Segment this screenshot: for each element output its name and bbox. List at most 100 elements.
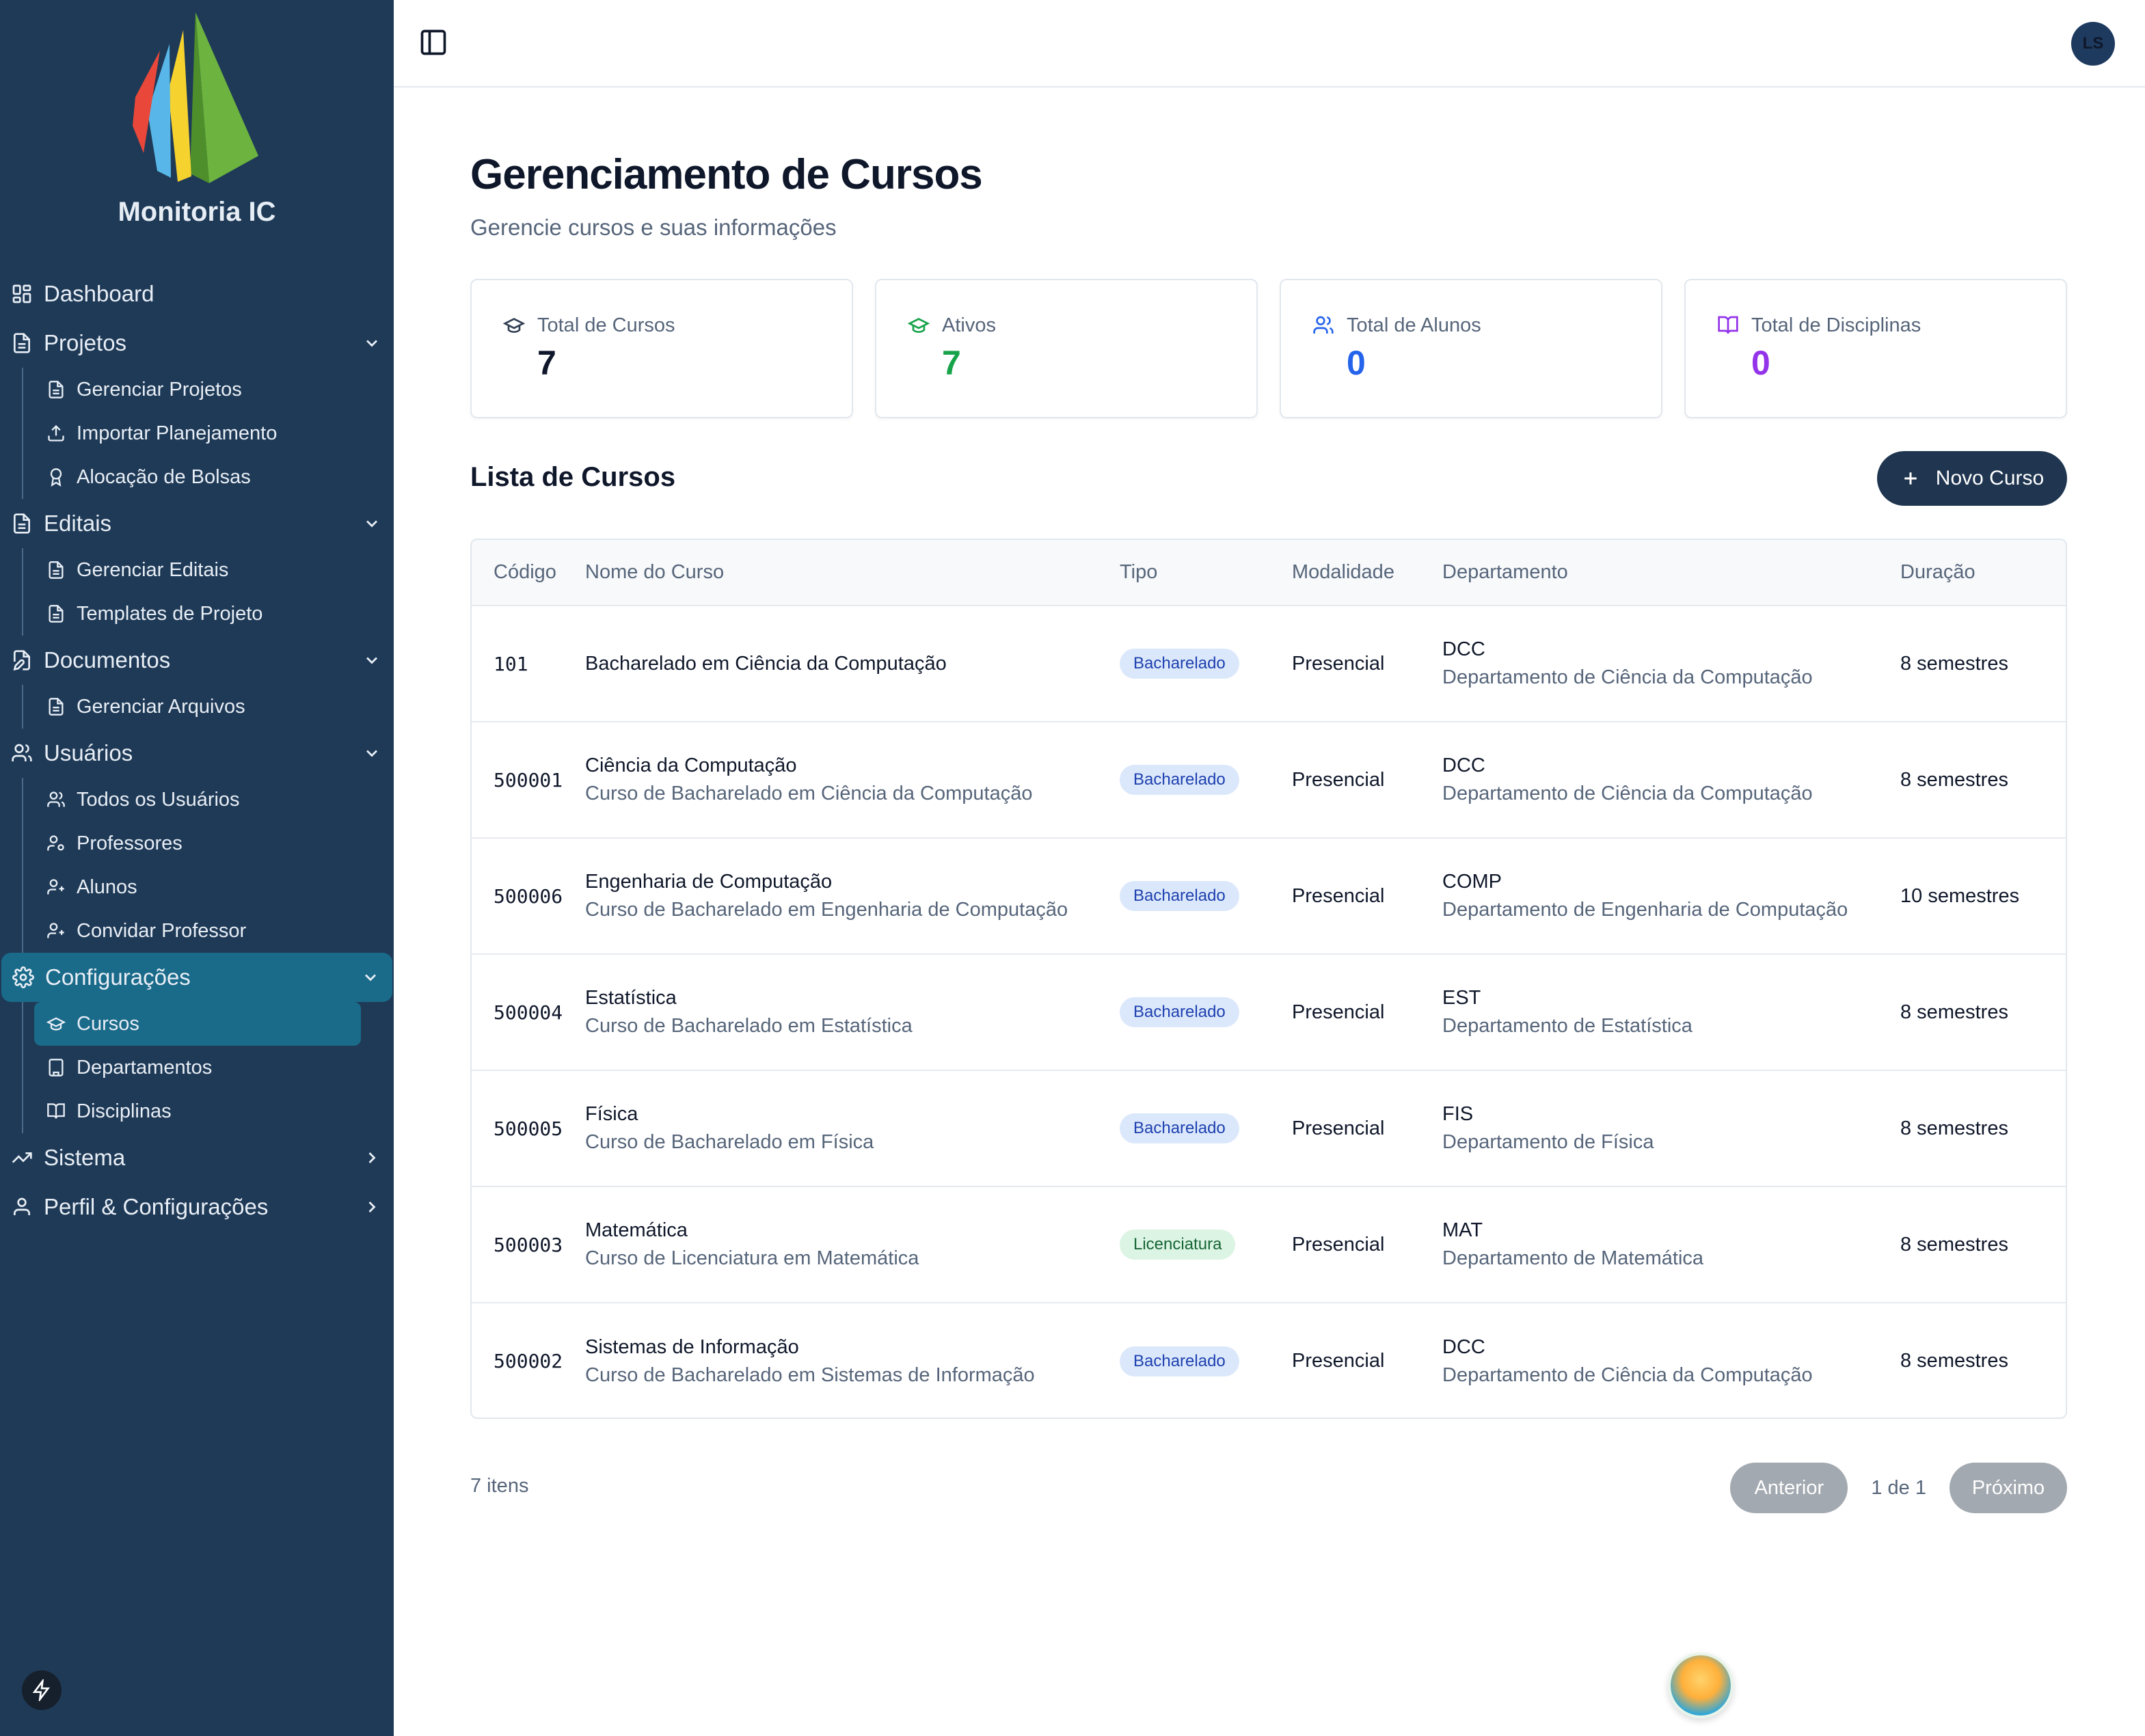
department-name: Departamento de Ciência da Computação [1442,783,1813,804]
sidebar-item-todos-usuarios[interactable]: Todos os Usuários [34,778,361,822]
usuarios-submenu: Todos os Usuários Professores Alunos Con… [22,778,394,953]
sidebar-item-templates-projeto[interactable]: Templates de Projeto [34,592,361,636]
table-row[interactable]: 500005 Física Curso de Bacharelado em Físi… [472,1070,2066,1186]
stat-value: 0 [1751,344,1770,382]
file-icon [11,513,33,534]
course-code: 101 [494,652,528,675]
table-row[interactable]: 500006 Engenharia de Computação Curso de B… [472,838,2066,954]
column-header-tipo[interactable]: Tipo [1120,540,1292,606]
file-icon [46,560,66,580]
sidebar-item-label: Disciplinas [77,1100,172,1122]
department-name: Departamento de Física [1442,1131,1654,1153]
nav-usuarios[interactable]: Usuários [0,729,394,778]
course-type-badge: Licenciatura [1120,1230,1236,1260]
nav-label: Projetos [44,330,127,355]
nav-perfil[interactable]: Perfil & Configurações [0,1182,394,1232]
avatar[interactable]: LS [2071,22,2115,66]
course-department-cell: DCC Departamento de Ciência da Computação [1442,1303,1900,1418]
next-page-button[interactable]: Próximo [1950,1463,2067,1513]
sidebar-item-label: Professores [77,832,183,854]
chevron-down-icon [366,657,377,664]
book-open-icon [46,1102,66,1121]
course-type-badge: Bacharelado [1120,1346,1239,1376]
user-plus-icon [46,921,66,940]
nav-dashboard[interactable]: Dashboard [0,269,394,318]
course-name: Estatística [585,987,677,1009]
sidebar-item-alunos[interactable]: Alunos [34,865,361,909]
course-description: Curso de Bacharelado em Estatística [585,1015,913,1037]
sidebar-item-gerenciar-arquivos[interactable]: Gerenciar Arquivos [34,685,361,729]
nav-editais[interactable]: Editais [0,499,394,548]
stats-cards: Total de Cursos 7 Ativos 7 Total de Alun… [470,279,2067,418]
new-course-button[interactable]: Novo Curso [1877,451,2067,506]
previous-page-button[interactable]: Anterior [1730,1463,1848,1513]
book-open-icon [1718,316,1738,334]
course-code: 500002 [494,1350,563,1372]
department-code: MAT [1442,1219,1483,1241]
course-code: 500001 [494,768,563,791]
sidebar-item-label: Importar Planejamento [77,422,278,444]
course-description: Curso de Bacharelado em Física [585,1131,874,1153]
course-modality: Presencial [1292,652,1385,675]
stat-card-total-disciplinas: Total de Disciplinas 0 [1684,279,2067,418]
table-row[interactable]: 500001 Ciência da Computação Curso de Bach… [472,722,2066,838]
sidebar-item-label: Gerenciar Editais [77,558,229,581]
sidebar-item-gerenciar-editais[interactable]: Gerenciar Editais [34,548,361,592]
course-name-cell: Estatística Curso de Bacharelado em Estat… [585,954,1120,1070]
nav-documentos[interactable]: Documentos [0,636,394,685]
nav-sistema[interactable]: Sistema [0,1133,394,1182]
file-icon [46,380,66,399]
course-modality: Presencial [1292,1233,1385,1256]
sidebar-item-cursos[interactable]: Cursos [34,1002,361,1046]
column-header-departamento[interactable]: Departamento [1442,540,1900,606]
sidebar-item-gerenciar-projetos[interactable]: Gerenciar Projetos [34,368,361,411]
sidebar-item-convidar-professor[interactable]: Convidar Professor [34,909,361,953]
floating-island-icon[interactable] [1668,1653,1733,1718]
course-name: Matemática [585,1219,688,1241]
sidebar-item-label: Gerenciar Projetos [77,378,242,401]
course-modality: Presencial [1292,1117,1385,1139]
editais-submenu: Gerenciar Editais Templates de Projeto [22,548,394,636]
nav-projetos[interactable]: Projetos [0,318,394,368]
course-description: Curso de Bacharelado em Sistemas de Info… [585,1364,1035,1386]
nav-configuracoes[interactable]: Configurações [1,953,392,1002]
table-row[interactable]: 500004 Estatística Curso de Bacharelado em… [472,954,2066,1070]
course-type-badge: Bacharelado [1120,765,1239,795]
column-header-duracao[interactable]: Duração [1900,540,2066,606]
column-header-codigo[interactable]: Código [472,540,585,606]
sidebar-item-disciplinas[interactable]: Disciplinas [34,1089,361,1133]
sidebar-item-label: Convidar Professor [77,919,247,942]
chevron-down-icon [366,520,377,528]
bolt-icon[interactable] [22,1670,62,1710]
course-modality: Presencial [1292,768,1385,791]
table-row[interactable]: 500003 Matemática Curso de Licenciatura em… [472,1186,2066,1303]
course-name-cell: Sistemas de Informação Curso de Bacharela… [585,1303,1120,1418]
course-code: 500003 [494,1233,563,1256]
sidebar-item-label: Gerenciar Arquivos [77,695,245,718]
page-info: 1 de 1 [1871,1476,1926,1499]
course-type-cell: Bacharelado [1120,722,1292,838]
sidebar-item-importar-planejamento[interactable]: Importar Planejamento [34,411,361,455]
file-icon [46,604,66,623]
column-header-modalidade[interactable]: Modalidade [1292,540,1442,606]
department-code: EST [1442,987,1481,1009]
column-header-nome[interactable]: Nome do Curso [585,540,1120,606]
course-department-cell: FIS Departamento de Física [1442,1070,1900,1186]
course-name-cell: Matemática Curso de Licenciatura em Matem… [585,1186,1120,1303]
users-icon [1313,316,1334,334]
course-name-cell: Física Curso de Bacharelado em Física [585,1070,1120,1186]
sidebar-item-professores[interactable]: Professores [34,822,361,865]
department-code: FIS [1442,1103,1474,1125]
chevron-right-icon [368,1202,376,1212]
department-name: Departamento de Matemática [1442,1247,1704,1269]
sidebar-toggle-icon[interactable] [418,27,451,60]
course-type-cell: Bacharelado [1120,954,1292,1070]
stat-value: 7 [537,344,556,382]
graduation-cap-icon [46,1014,66,1033]
table-row[interactable]: 500002 Sistemas de Informação Curso de Bac… [472,1303,2066,1418]
sidebar-item-alocacao-bolsas[interactable]: Alocação de Bolsas [34,455,361,499]
user-plus-icon [46,878,66,897]
sidebar-item-departamentos[interactable]: Departamentos [34,1046,361,1089]
course-duration: 8 semestres [1900,768,2008,791]
table-row[interactable]: 101 Bacharelado em Ciência da Computação B… [472,606,2066,722]
